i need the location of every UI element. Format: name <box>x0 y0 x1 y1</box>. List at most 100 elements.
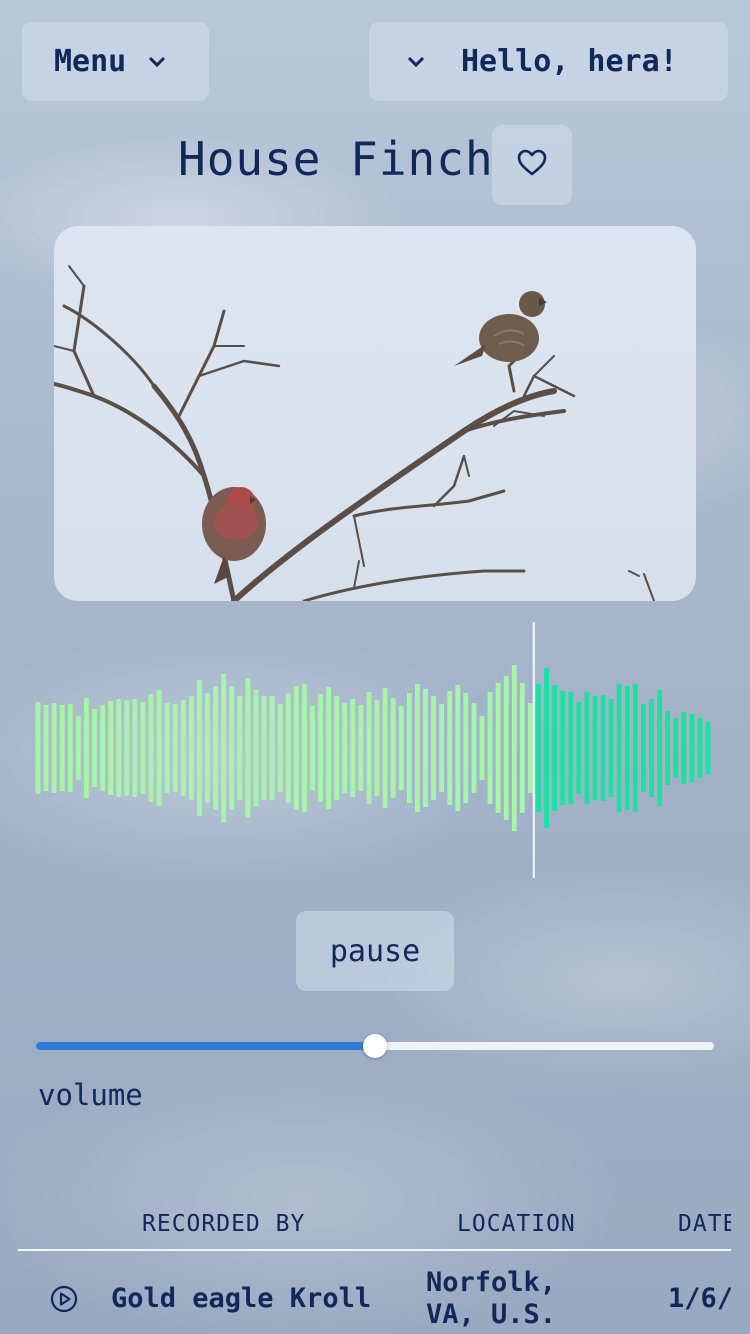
waveform-bar <box>568 692 574 804</box>
waveform-bar <box>657 690 662 806</box>
waveform-bar <box>76 716 81 780</box>
volume-slider-thumb[interactable] <box>363 1034 387 1058</box>
recorded-by-cell: Gold eagle Kroll <box>111 1283 372 1314</box>
volume-slider[interactable] <box>36 1030 714 1062</box>
waveform-bar <box>511 665 517 831</box>
column-header-recorded-by: RECORDED BY <box>142 1211 306 1237</box>
waveform-bar <box>100 705 105 791</box>
waveform-bar <box>180 700 186 796</box>
waveform-bar <box>592 696 598 800</box>
waveform-bar <box>326 687 331 809</box>
waveform-bar <box>140 702 146 794</box>
waveform-bar <box>350 699 356 797</box>
waveform-bar <box>616 684 622 812</box>
play-circle-icon[interactable] <box>50 1285 78 1313</box>
location-cell: Norfolk, VA, U.S. <box>426 1267 557 1330</box>
waveform-bar <box>189 696 194 800</box>
waveform-bar <box>632 684 638 812</box>
waveform-bar <box>503 676 509 820</box>
waveform-bar <box>705 722 711 774</box>
waveform-bar <box>124 700 130 796</box>
waveform-bar <box>318 694 323 802</box>
waveform-bar <box>697 718 703 778</box>
waveform-bar <box>624 686 630 810</box>
waveform-bar <box>608 699 614 797</box>
waveform-bar <box>560 691 566 805</box>
bird-photo <box>54 226 696 601</box>
menu-button[interactable]: Menu <box>22 22 209 101</box>
waveform-bar <box>641 704 646 792</box>
waveform-bar <box>544 668 549 828</box>
waveform-bar <box>479 716 485 780</box>
waveform-bar <box>164 703 170 793</box>
waveform-bar <box>221 674 227 822</box>
waveform-bar <box>455 685 461 811</box>
waveform-bar <box>213 686 218 810</box>
volume-slider-fill <box>36 1042 375 1050</box>
chevron-down-icon <box>407 49 425 74</box>
waveform-bar <box>84 698 89 798</box>
waveform-bar <box>156 690 162 806</box>
waveform-bar <box>495 683 501 813</box>
waveform-bar <box>536 684 541 812</box>
audio-waveform[interactable] <box>0 620 750 880</box>
waveform-bar <box>463 693 469 803</box>
waveform-bar <box>528 703 533 793</box>
waveform-bar <box>487 692 493 804</box>
waveform-bar <box>43 705 49 791</box>
greeting-label: Hello, hera! <box>461 44 678 79</box>
waveform-bar <box>439 704 444 792</box>
waveform-bar <box>245 678 251 818</box>
table-header-divider <box>18 1249 731 1251</box>
waveform-bar <box>92 709 97 787</box>
volume-label: volume <box>38 1078 143 1112</box>
waveform-bar <box>261 696 267 800</box>
column-header-date: DATE <box>678 1211 731 1237</box>
waveform-bar <box>67 704 73 792</box>
waveform-bar <box>415 684 420 812</box>
bird-title: House Finch <box>178 132 494 186</box>
waveform-bar <box>172 704 178 792</box>
waveform-bar <box>302 684 307 812</box>
waveform-bar <box>59 705 65 791</box>
waveform-bar <box>374 700 380 796</box>
waveform-bar <box>447 691 453 805</box>
waveform-bar <box>382 688 388 808</box>
pause-label: pause <box>329 933 421 969</box>
waveform-bar <box>576 702 582 794</box>
waveform-bar <box>681 712 687 784</box>
waveform-bar <box>310 706 315 790</box>
waveform-bar <box>519 683 525 813</box>
waveform-bar <box>132 699 138 797</box>
heart-outline-icon <box>517 149 547 181</box>
waveform-bar <box>471 703 477 793</box>
chevron-down-icon <box>148 49 166 74</box>
waveform-bar <box>293 686 299 810</box>
favorite-button[interactable] <box>492 125 572 205</box>
user-menu-button[interactable]: Hello, hera! <box>369 22 728 101</box>
waveform-bar <box>285 693 291 803</box>
waveform-bar <box>269 696 275 800</box>
pause-button[interactable]: pause <box>296 911 454 991</box>
waveform-bar <box>237 696 243 800</box>
waveform-bar <box>358 705 364 791</box>
waveform-bar <box>108 701 114 795</box>
waveform-bar <box>600 695 606 801</box>
waveform-bar <box>689 714 695 782</box>
waveform-bar <box>148 694 154 802</box>
waveform-bar <box>205 693 210 803</box>
waveform-bar <box>229 686 235 810</box>
column-header-location: LOCATION <box>457 1211 576 1237</box>
waveform-bar <box>366 692 372 804</box>
waveform-bar <box>552 685 557 811</box>
waveform-bar <box>35 702 41 794</box>
waveform-bar <box>116 699 122 797</box>
waveform-bar <box>390 698 396 798</box>
waveform-bar <box>51 703 57 793</box>
waveform-bar <box>342 703 348 793</box>
waveform-bar <box>398 706 404 790</box>
waveform-bar <box>423 689 428 807</box>
menu-label: Menu <box>54 44 127 79</box>
waveform-bar <box>253 690 259 806</box>
waveform-bar <box>406 693 412 803</box>
